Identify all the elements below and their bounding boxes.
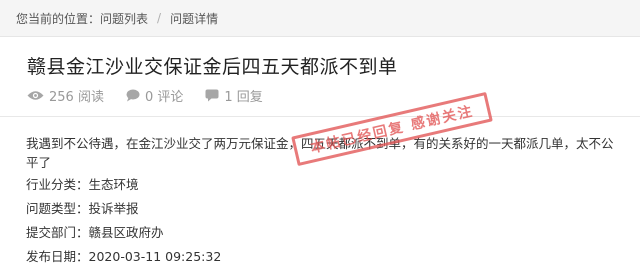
field-date: 发布日期：2020-03-11 09:25:32 [26, 246, 221, 265]
field-industry: 行业分类：生态环境 [26, 174, 139, 193]
breadcrumb-link-question-list[interactable]: 问题列表 [100, 10, 148, 27]
breadcrumb-separator: / [157, 11, 162, 25]
field-date-value: 2020-03-11 09:25:32 [88, 249, 222, 264]
comment-count: 0 评论 [126, 86, 183, 105]
view-count: 256 阅读 [27, 86, 104, 105]
question-meta: 256 阅读 0 评论 1 回复 [27, 86, 285, 105]
eye-icon [27, 90, 44, 100]
comment-count-label: 0 评论 [144, 89, 184, 105]
field-date-label: 发布日期： [26, 249, 89, 264]
page-title: 赣县金江沙业交保证金后四五天都派不到单 [27, 56, 398, 78]
comment-icon [126, 89, 140, 101]
field-type-value: 投诉举报 [88, 201, 139, 216]
field-type: 问题类型：投诉举报 [26, 198, 139, 217]
field-department-value: 赣县区政府办 [88, 225, 164, 240]
field-industry-label: 行业分类： [26, 177, 89, 192]
breadcrumb: 您当前的位置： 问题列表 / 问题详情 [0, 0, 640, 37]
reply-count: 1 回复 [205, 86, 263, 105]
field-department-label: 提交部门： [26, 225, 89, 240]
view-count-label: 256 阅读 [49, 89, 104, 105]
field-type-label: 问题类型： [26, 201, 89, 216]
divider [0, 116, 640, 117]
field-department: 提交部门：赣县区政府办 [26, 222, 164, 241]
reply-count-label: 1 回复 [224, 89, 263, 105]
breadcrumb-current: 问题详情 [170, 11, 219, 26]
field-industry-value: 生态环境 [88, 177, 139, 192]
reply-icon [205, 89, 219, 101]
breadcrumb-prefix: 您当前的位置： [16, 11, 101, 26]
